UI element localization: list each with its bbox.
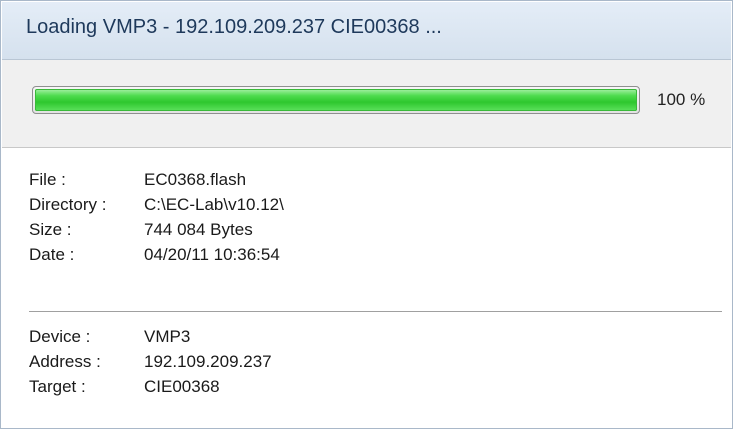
progress-bar-fill (35, 89, 637, 111)
date-value: 04/20/11 10:36:54 (144, 245, 280, 264)
device-value: VMP3 (144, 327, 191, 346)
size-value: 744 084 Bytes (144, 220, 253, 239)
section-divider (29, 311, 722, 312)
progress-panel: 100 % (2, 60, 731, 148)
target-label: Target : (29, 377, 86, 396)
size-label: Size : (29, 220, 72, 239)
address-value: 192.109.209.237 (144, 352, 272, 371)
file-label: File : (29, 170, 66, 189)
device-label: Device : (29, 327, 91, 346)
address-label: Address : (29, 352, 101, 371)
progress-bar (32, 86, 640, 114)
target-value: CIE00368 (144, 377, 220, 396)
directory-label: Directory : (29, 195, 107, 214)
title-bar[interactable]: Loading VMP3 - 192.109.209.237 CIE00368 … (2, 2, 731, 60)
progress-percent-label: 100 % (657, 90, 706, 109)
window-title: Loading VMP3 - 192.109.209.237 CIE00368 … (26, 16, 442, 38)
loading-dialog: Loading VMP3 - 192.109.209.237 CIE00368 … (0, 0, 733, 429)
directory-value: C:\EC-Lab\v10.12\ (144, 195, 284, 214)
date-label: Date : (29, 245, 75, 264)
file-value: EC0368.flash (144, 170, 247, 189)
